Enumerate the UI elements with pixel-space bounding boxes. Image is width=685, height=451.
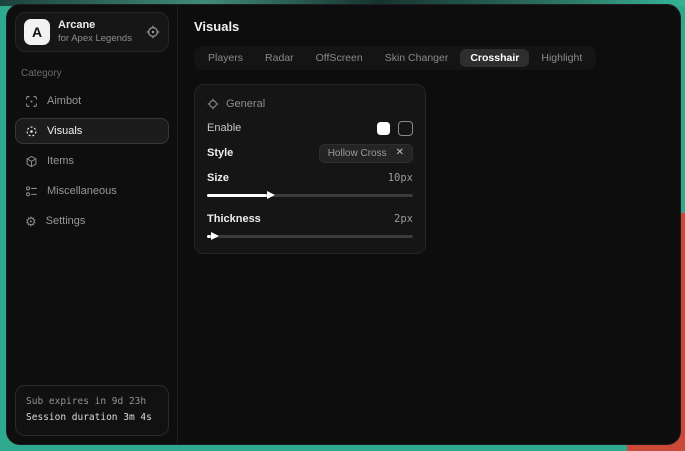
brand-card: A Arcane for Apex Legends [15, 12, 169, 52]
style-row: Style Hollow Cross ✕ [207, 142, 413, 164]
crosshair-gear-icon [207, 98, 219, 110]
main-content: Visuals Players Radar OffScreen Skin Cha… [178, 5, 680, 444]
sidebar: A Arcane for Apex Legends Category Aimbo [7, 5, 178, 444]
brand-text: Arcane for Apex Legends [58, 19, 132, 45]
gear-icon: ⚙ [25, 215, 37, 228]
target-icon[interactable] [146, 25, 160, 39]
style-selected-value: Hollow Cross [328, 148, 387, 159]
tab-skin-changer[interactable]: Skin Changer [375, 49, 459, 67]
enable-checkbox[interactable] [398, 121, 413, 136]
thickness-label: Thickness [207, 213, 261, 225]
style-label: Style [207, 147, 233, 159]
tab-radar[interactable]: Radar [255, 49, 304, 67]
sidebar-item-label: Aimbot [47, 95, 81, 107]
app-logo: A [24, 19, 50, 45]
enable-label: Enable [207, 122, 241, 134]
scan-crosshair-icon [25, 95, 38, 108]
sidebar-item-aimbot[interactable]: Aimbot [15, 88, 169, 114]
category-label: Category [21, 68, 163, 79]
thickness-slider-thumb[interactable] [211, 232, 219, 240]
thickness-slider[interactable] [207, 231, 413, 241]
thickness-slider-track[interactable] [207, 235, 413, 238]
size-row: Size 10px [207, 167, 413, 189]
size-slider[interactable] [207, 190, 413, 200]
list-grid-icon [25, 185, 38, 198]
page-title: Visuals [194, 19, 664, 34]
sidebar-item-miscellaneous[interactable]: Miscellaneous [15, 178, 169, 204]
app-subtitle: for Apex Legends [58, 33, 132, 45]
sidebar-item-items[interactable]: Items [15, 148, 169, 174]
sidebar-item-settings[interactable]: ⚙ Settings [15, 208, 169, 234]
size-label: Size [207, 172, 229, 184]
session-duration-text: Session duration 3m 4s [26, 410, 158, 427]
target-eye-icon [25, 125, 38, 138]
general-panel: General Enable Style Hollow Cross ✕ Size… [194, 84, 426, 254]
sidebar-item-visuals[interactable]: Visuals [15, 118, 169, 144]
tab-players[interactable]: Players [198, 49, 253, 67]
sidebar-item-label: Visuals [47, 125, 82, 137]
color-swatch[interactable] [377, 122, 390, 135]
style-dropdown[interactable]: Hollow Cross ✕ [319, 144, 413, 163]
sidebar-item-label: Miscellaneous [47, 185, 117, 197]
clear-icon[interactable]: ✕ [396, 148, 404, 158]
tab-crosshair[interactable]: Crosshair [460, 49, 529, 67]
enable-controls [377, 121, 413, 136]
enable-row: Enable [207, 117, 413, 139]
panel-header-label: General [226, 98, 265, 110]
panel-header: General [207, 94, 413, 114]
app-name: Arcane [58, 19, 132, 33]
visuals-tabbar: Players Radar OffScreen Skin Changer Cro… [194, 46, 596, 70]
arcane-menu-window: A Arcane for Apex Legends Category Aimbo [6, 4, 681, 445]
sidebar-item-label: Items [47, 155, 74, 167]
tab-offscreen[interactable]: OffScreen [306, 49, 373, 67]
size-value: 10px [388, 172, 413, 184]
size-slider-thumb[interactable] [267, 191, 275, 199]
subscription-info-card: Sub expires in 9d 23h Session duration 3… [15, 385, 169, 436]
thickness-value: 2px [394, 213, 413, 225]
size-slider-fill [207, 194, 269, 197]
sidebar-item-label: Settings [46, 215, 86, 227]
sub-expires-text: Sub expires in 9d 23h [26, 394, 158, 411]
tab-highlight[interactable]: Highlight [531, 49, 592, 67]
thickness-row: Thickness 2px [207, 208, 413, 230]
package-box-icon [25, 155, 38, 168]
